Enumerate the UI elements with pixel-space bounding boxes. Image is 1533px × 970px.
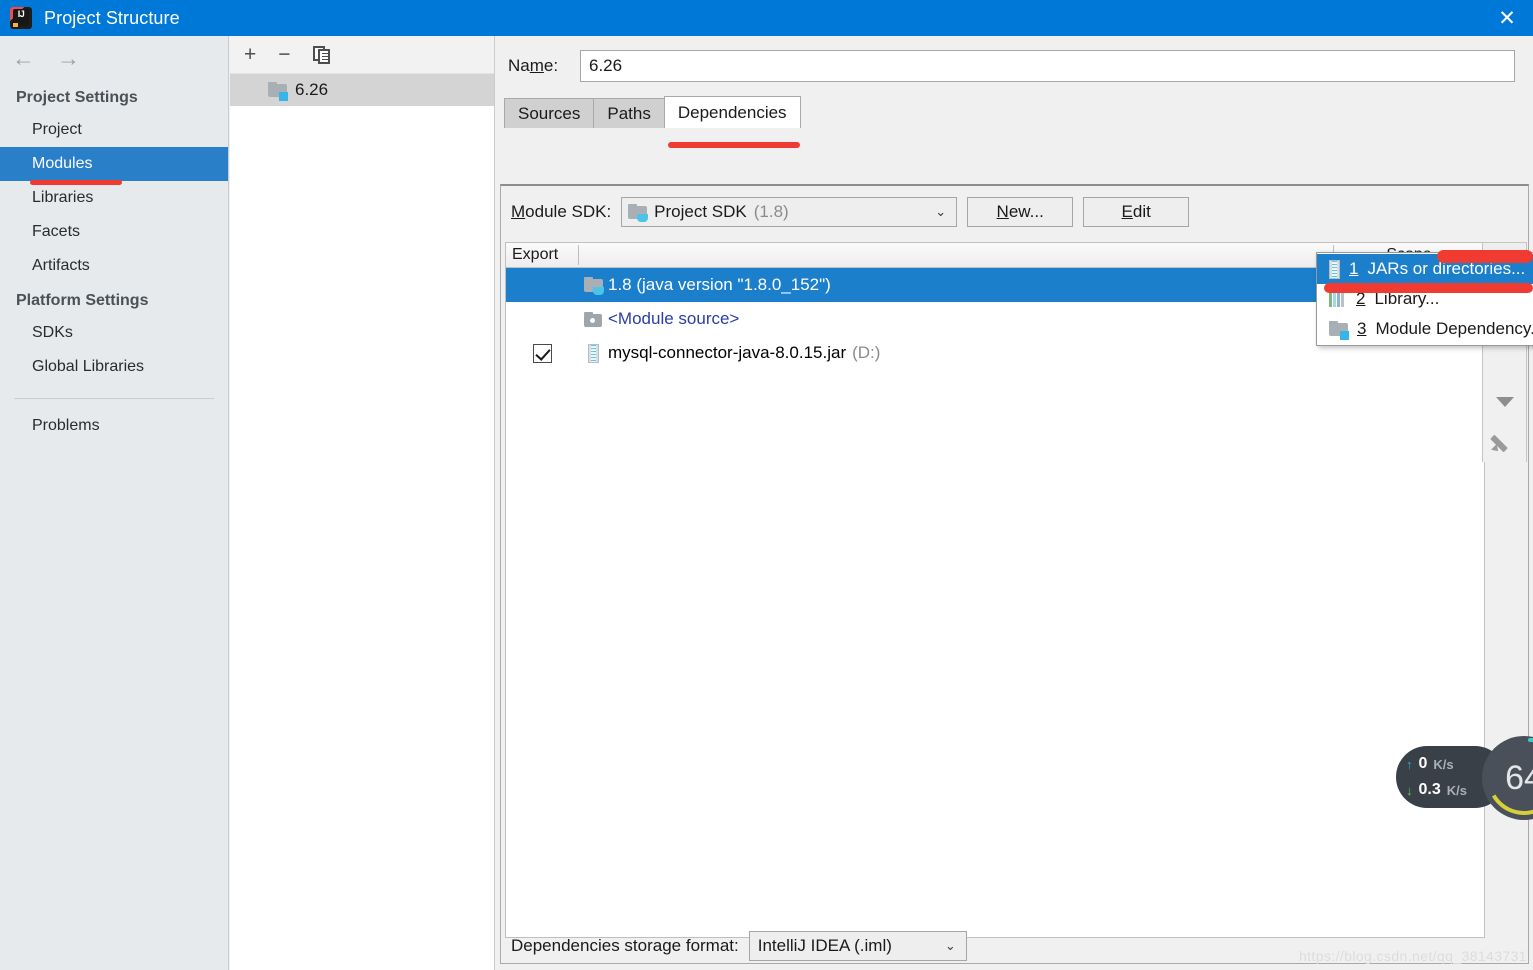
- menu-annotation-mark-bottom: [1324, 283, 1533, 293]
- sdk-folder-icon: [578, 277, 608, 295]
- sidebar-divider: [14, 398, 214, 399]
- sidebar-item-global-libraries[interactable]: Global Libraries: [0, 350, 228, 384]
- watermark: https://blog.csdn.net/qq_38143731: [1298, 948, 1527, 964]
- module-name-label: Name:: [508, 56, 559, 75]
- module-source-icon: [578, 311, 608, 327]
- module-list-item[interactable]: 6.26: [230, 74, 494, 106]
- upload-speed-value: 0: [1418, 755, 1428, 772]
- menu-annotation-mark-top: [1437, 250, 1533, 263]
- sidebar-item-sdks[interactable]: SDKs: [0, 316, 228, 350]
- jar-icon: [1329, 259, 1340, 279]
- navigation-arrows: ← →: [0, 36, 228, 80]
- arrow-down-icon: ↓: [1406, 782, 1413, 798]
- move-down-button[interactable]: [1482, 382, 1527, 422]
- pencil-icon: [1489, 431, 1516, 454]
- forward-arrow-icon[interactable]: →: [57, 46, 80, 70]
- module-folder-icon: [268, 81, 288, 101]
- window-title: Project Structure: [44, 7, 180, 28]
- project-structure-dialog: IJ Project Structure ✕ ← → Project Setti…: [0, 0, 1533, 970]
- storage-format-value: IntelliJ IDEA (.iml): [757, 936, 892, 955]
- module-sdk-row: Module SDK: Project SDK (1.8) ⌄ New... E…: [501, 186, 1528, 238]
- menu-item-number: 3: [1357, 319, 1367, 338]
- sidebar-group-platform-settings: Platform Settings: [16, 292, 149, 309]
- copy-module-icon[interactable]: [312, 45, 331, 64]
- dependencies-side-toolbar: +: [1482, 242, 1527, 942]
- module-name-input[interactable]: [580, 50, 1515, 82]
- edit-dependency-button[interactable]: [1482, 422, 1527, 462]
- sidebar-item-modules-label: Modules: [32, 155, 93, 172]
- new-sdk-button[interactable]: New...: [967, 197, 1074, 227]
- export-checkbox[interactable]: [532, 343, 552, 363]
- tab-dependencies[interactable]: Dependencies: [663, 96, 801, 128]
- sidebar-group-project-settings: Project Settings: [16, 89, 138, 106]
- tab-paths[interactable]: Paths: [593, 98, 665, 128]
- settings-sidebar: ← → Project Settings Project Modules Lib…: [0, 36, 229, 970]
- sidebar-item-modules[interactable]: Modules: [0, 147, 228, 185]
- module-list-panel: + − 6.26: [230, 36, 495, 970]
- menu-item-module-dependency[interactable]: 3 Module Dependency...: [1317, 314, 1533, 344]
- sidebar-item-facets[interactable]: Facets: [0, 215, 228, 249]
- menu-item-number: 1: [1349, 259, 1359, 278]
- module-name-row: Name:: [496, 36, 1533, 96]
- module-sdk-value: Project SDK: [654, 202, 747, 221]
- add-dependency-menu: 1 JARs or directories... 2 Library... 3 …: [1316, 252, 1533, 346]
- row-export-checkbox-cell[interactable]: [506, 343, 578, 363]
- sidebar-item-problems[interactable]: Problems: [0, 409, 228, 443]
- storage-format-select[interactable]: IntelliJ IDEA (.iml) ⌄: [748, 931, 967, 961]
- row-label-cell: mysql-connector-java-8.0.15.jar (D:): [608, 343, 1484, 363]
- module-sdk-select[interactable]: Project SDK (1.8) ⌄: [621, 197, 958, 227]
- dependencies-table-body: 1.8 (java version "1.8.0_152") <Module s…: [505, 268, 1485, 938]
- menu-item-label: Module Dependency...: [1375, 319, 1533, 338]
- upload-speed-unit: K/s: [1433, 756, 1454, 772]
- intellij-idea-logo-icon: IJ: [10, 7, 32, 29]
- module-list-toolbar: + −: [230, 36, 494, 74]
- library-icon: [1329, 291, 1347, 307]
- row-label: mysql-connector-java-8.0.15.jar: [608, 343, 847, 362]
- sidebar-item-project[interactable]: Project: [0, 113, 228, 147]
- remove-module-button[interactable]: −: [278, 44, 290, 65]
- tab-sources[interactable]: Sources: [504, 98, 595, 128]
- row-label: <Module source>: [608, 309, 740, 328]
- module-editor: Name: Sources Paths Dependencies Module …: [496, 36, 1533, 970]
- module-list-item-label: 6.26: [295, 80, 329, 99]
- jar-icon: [578, 343, 608, 363]
- arrow-up-icon: ↑: [1406, 756, 1413, 772]
- sidebar-item-libraries[interactable]: Libraries: [0, 181, 228, 215]
- add-module-button[interactable]: +: [244, 44, 256, 65]
- row-label-suffix: (D:): [852, 343, 881, 362]
- storage-format-label: Dependencies storage format:: [511, 936, 739, 955]
- back-arrow-icon[interactable]: ←: [12, 46, 35, 70]
- title-bar: IJ Project Structure ✕: [0, 0, 1533, 36]
- module-folder-icon: [1329, 320, 1349, 340]
- sidebar-item-artifacts[interactable]: Artifacts: [0, 249, 228, 283]
- close-icon[interactable]: ✕: [1481, 0, 1533, 36]
- chevron-down-icon: ⌄: [944, 938, 956, 953]
- download-speed-value: 0.3: [1418, 781, 1441, 798]
- row-label: 1.8 (java version "1.8.0_152"): [608, 275, 831, 294]
- chevron-down-icon: ⌄: [935, 204, 947, 219]
- edit-sdk-button[interactable]: Edit: [1083, 197, 1190, 227]
- module-sdk-label: Module SDK:: [511, 202, 612, 221]
- triangle-down-icon: [1495, 397, 1514, 407]
- column-divider[interactable]: [578, 245, 579, 265]
- download-speed-unit: K/s: [1446, 782, 1467, 798]
- column-header-export[interactable]: Export: [506, 246, 578, 264]
- module-tabs: Sources Paths Dependencies: [504, 96, 1533, 128]
- dependencies-annotation-underline: [668, 142, 800, 148]
- module-sdk-version: (1.8): [753, 202, 789, 221]
- sdk-folder-icon: [628, 204, 649, 222]
- dependencies-table: Export Scope 1.8 (java version "1.8.0_15…: [505, 242, 1485, 942]
